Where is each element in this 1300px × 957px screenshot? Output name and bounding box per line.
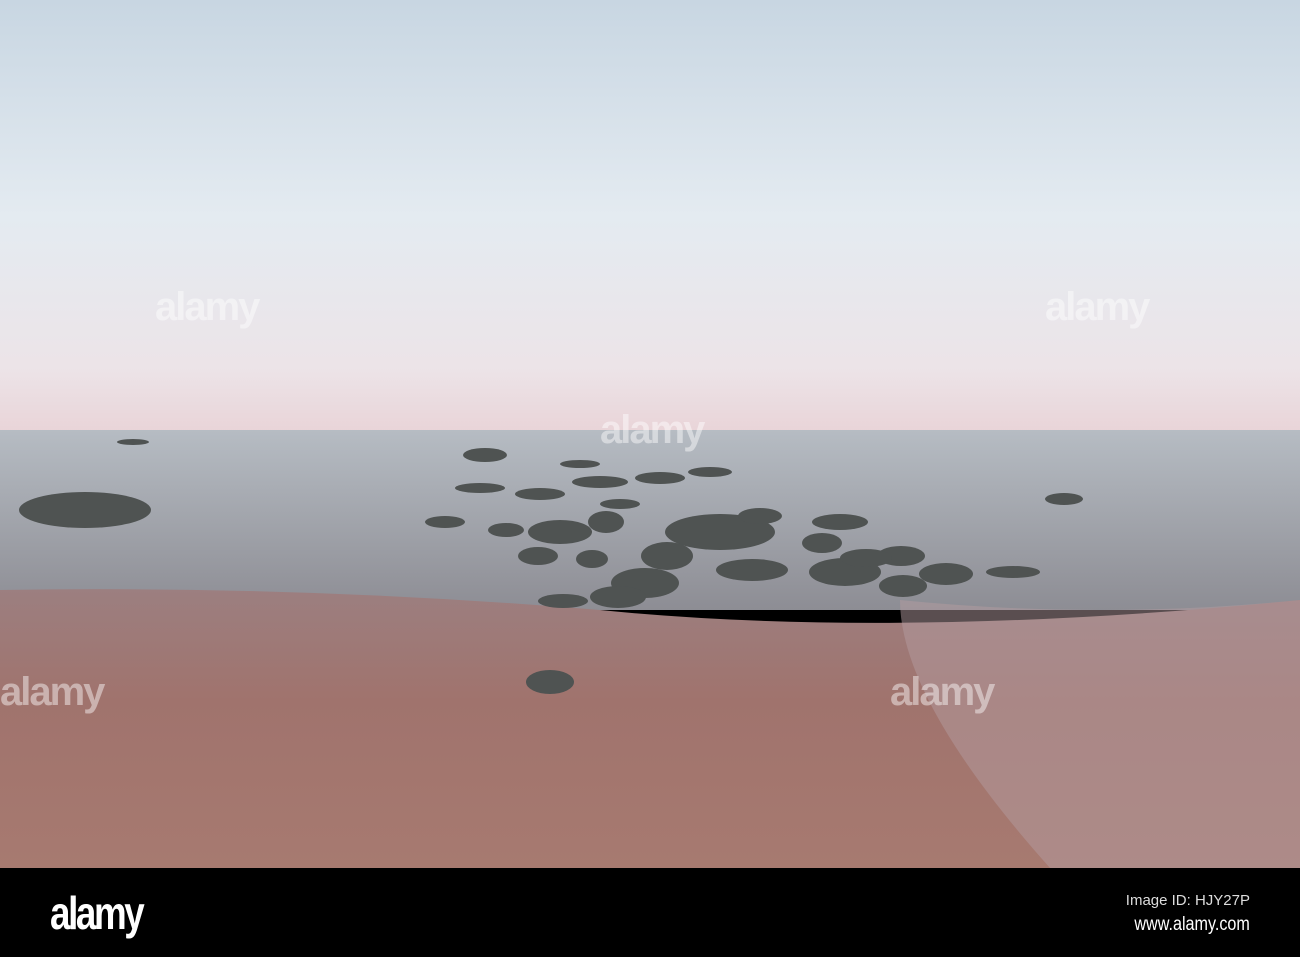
watermark: alamy bbox=[1045, 285, 1150, 329]
watermark: alamy bbox=[600, 408, 705, 452]
footer-bar: alamy Image ID: HJY27P www.alamy.com bbox=[0, 868, 1300, 957]
site-url: www.alamy.com bbox=[1134, 914, 1250, 935]
watermark: alamy bbox=[0, 670, 105, 714]
alamy-logo: alamy bbox=[50, 887, 145, 939]
sky bbox=[0, 0, 1300, 432]
image-id: Image ID: HJY27P bbox=[1125, 892, 1250, 909]
stock-photo: alamy alamy alamy alamy alamy alamy Imag… bbox=[0, 0, 1300, 957]
watermark: alamy bbox=[890, 670, 995, 714]
watermark: alamy bbox=[155, 285, 260, 329]
